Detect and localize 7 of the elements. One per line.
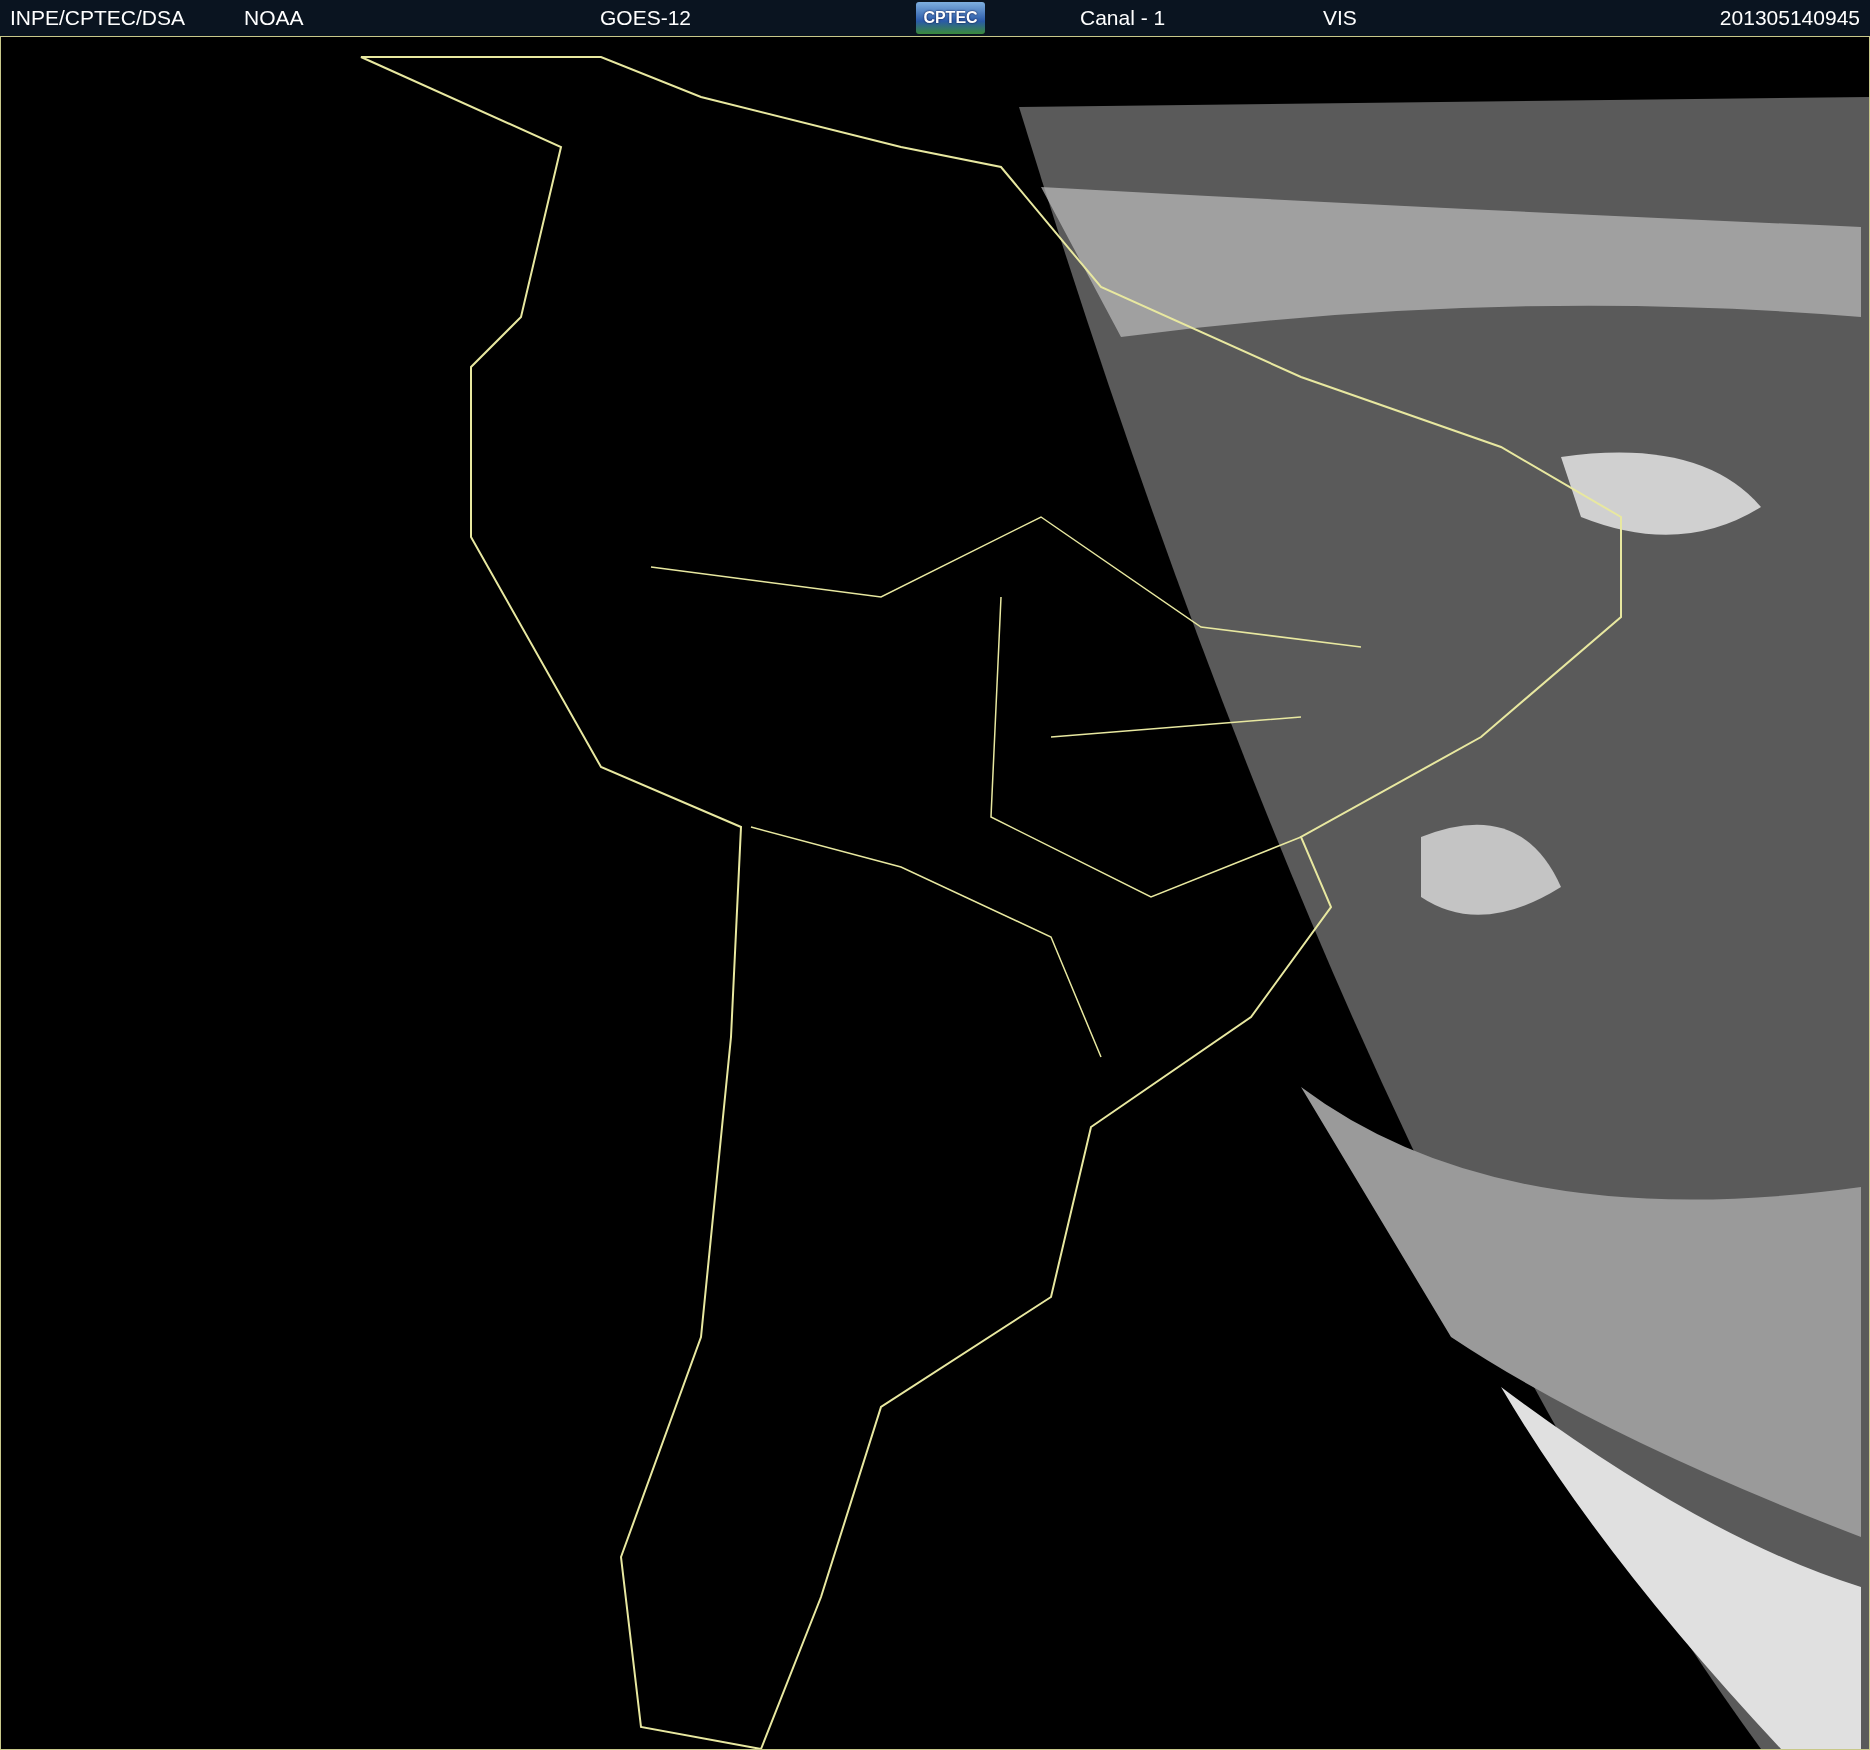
- logo: CPTEC: [916, 2, 985, 34]
- header-label: VIS: [1323, 6, 1357, 30]
- header-label: INPE/CPTEC/DSA: [10, 6, 186, 30]
- header-label: NOAA: [244, 6, 304, 30]
- header-label: Canal - 1: [1080, 6, 1166, 30]
- header-label: 201305140945: [1719, 6, 1860, 30]
- header-label: GOES-12: [600, 6, 692, 30]
